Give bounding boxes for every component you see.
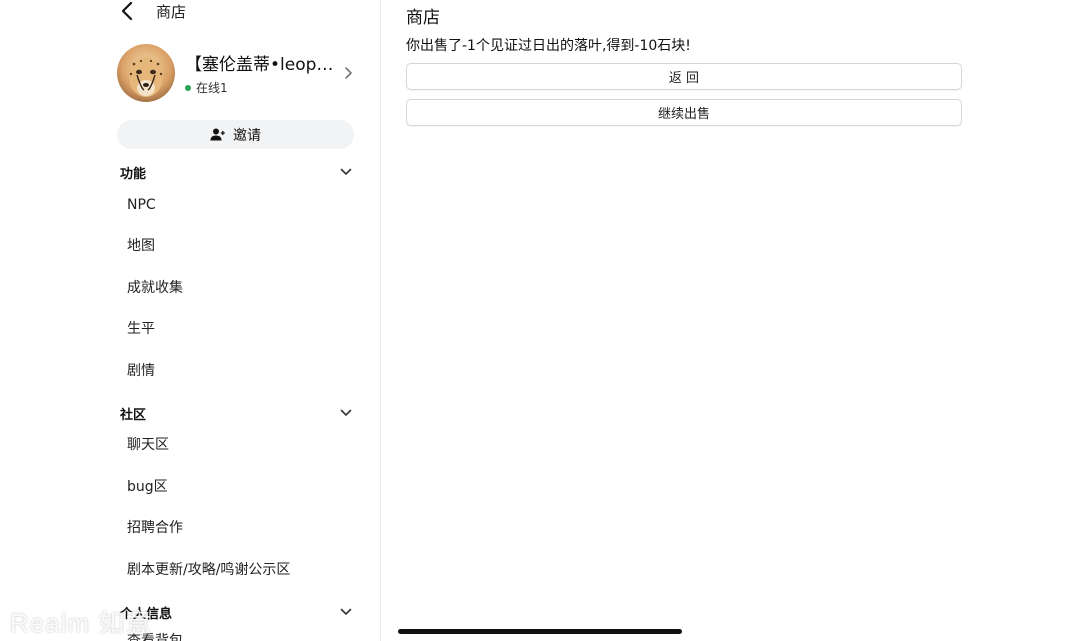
invite-label: 邀请 (233, 127, 261, 144)
main-content: 商店 你出售了-1个见证过日出的落叶,得到-10石块! 返 回 继续出售 (381, 0, 1080, 641)
sidebar-item-updates[interactable]: 剧本更新/攻略/鸣谢公示区 (127, 560, 290, 580)
back-button[interactable] (116, 0, 138, 22)
sale-message: 你出售了-1个见证过日出的落叶,得到-10石块! (406, 38, 691, 54)
chevron-down-icon (340, 409, 352, 417)
chevron-right-icon (345, 67, 352, 79)
sidebar-item-backpack[interactable]: 查看背包 (127, 631, 183, 641)
section-title: 个人信息 (120, 606, 173, 622)
chevron-left-icon (121, 1, 133, 21)
online-status-text: 在线1 (196, 81, 228, 95)
sidebar-item-chat[interactable]: 聊天区 (127, 435, 169, 455)
chevron-down-icon (340, 168, 352, 176)
sidebar-item-map[interactable]: 地图 (127, 236, 155, 256)
sidebar-item-achievements[interactable]: 成就收集 (127, 278, 183, 298)
sidebar-item-bugs[interactable]: bug区 (127, 477, 168, 497)
profile-name: 【塞伦盖蒂•leopa... (185, 55, 335, 75)
sidebar-item-npc[interactable]: NPC (127, 195, 156, 215)
section-title: 社区 (120, 407, 147, 423)
home-indicator[interactable] (398, 629, 682, 634)
person-icon (210, 128, 225, 141)
section-header-functions[interactable]: 功能 (120, 162, 352, 182)
back-return-button[interactable]: 返 回 (406, 63, 962, 90)
sidebar-item-story[interactable]: 剧情 (127, 361, 155, 381)
page-title: 商店 (406, 8, 440, 28)
online-dot-icon (185, 84, 191, 91)
profile-card[interactable]: 【塞伦盖蒂•leopa... 在线1 (117, 44, 357, 102)
sidebar-item-biography[interactable]: 生平 (127, 319, 155, 339)
sidebar-title: 商店 (156, 2, 187, 21)
sidebar: 商店 【塞伦盖蒂•leopa... 在线1 邀请 功能 NPC 地图 成就收集 … (0, 0, 381, 641)
online-status: 在线1 (185, 79, 335, 96)
section-header-personal[interactable]: 个人信息 (120, 602, 352, 622)
sidebar-header: 商店 (116, 0, 186, 22)
section-header-community[interactable]: 社区 (120, 403, 352, 423)
section-title: 功能 (120, 166, 147, 182)
invite-button[interactable]: 邀请 (117, 120, 354, 149)
chevron-down-icon (340, 608, 352, 616)
avatar (117, 44, 175, 102)
continue-sell-button[interactable]: 继续出售 (406, 99, 962, 126)
sidebar-item-recruitment[interactable]: 招聘合作 (127, 518, 183, 538)
